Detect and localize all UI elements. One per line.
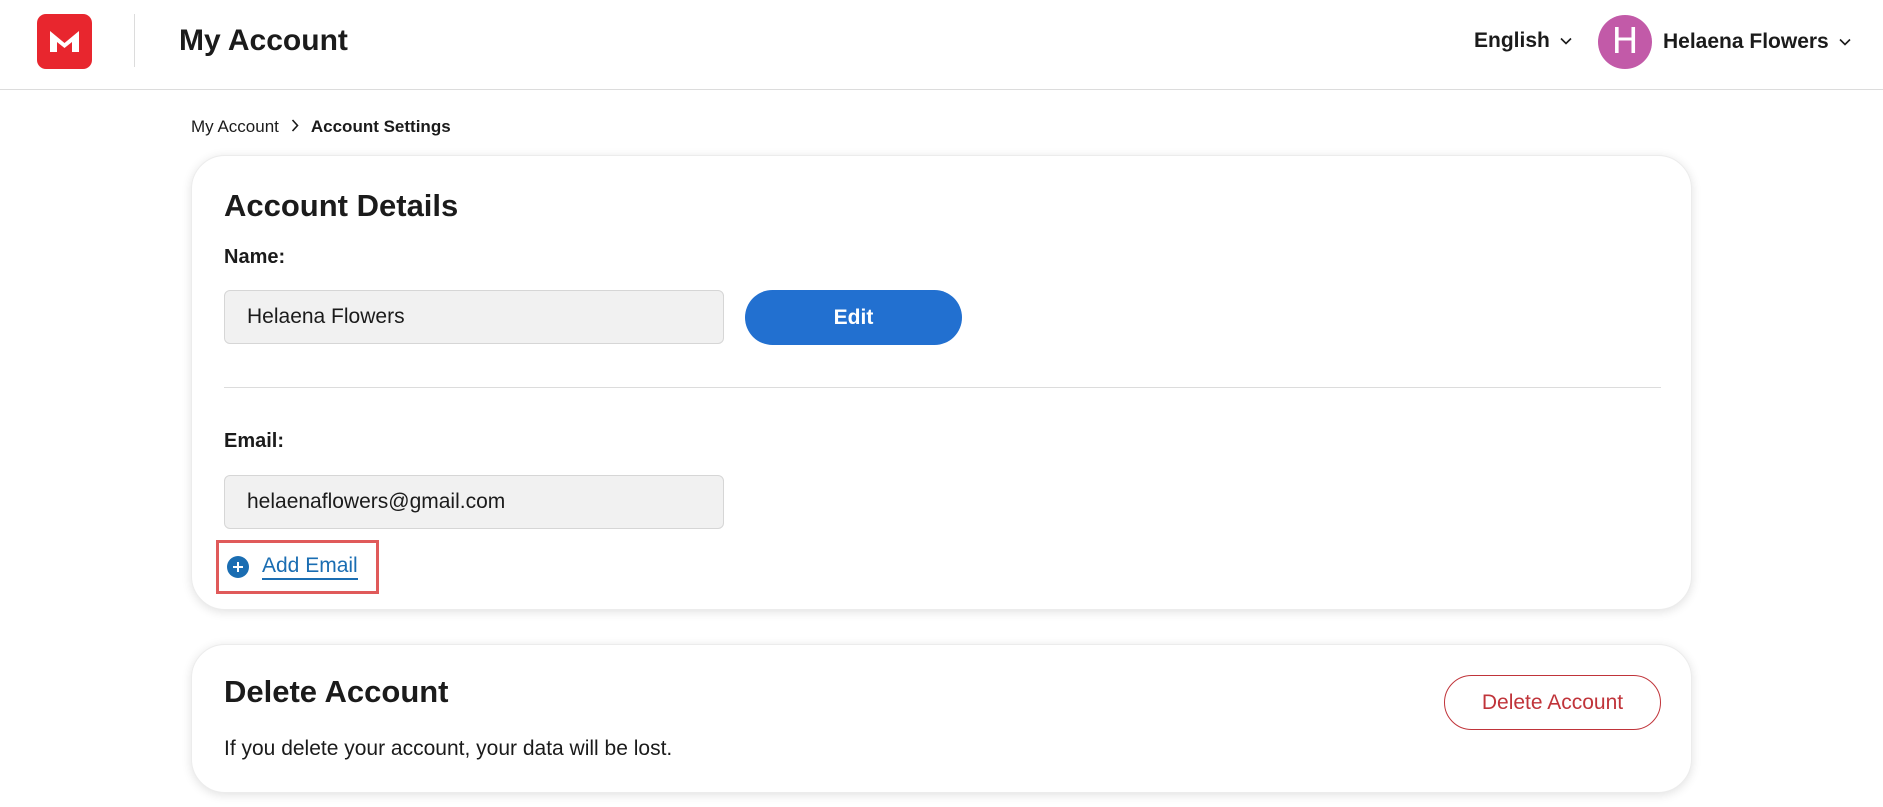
- add-email-label: Add Email: [262, 554, 358, 580]
- logo-mark: [50, 31, 79, 52]
- chevron-down-icon: [1560, 32, 1572, 50]
- avatar: H: [1598, 14, 1652, 69]
- delete-account-card: Delete Account If you delete your accoun…: [191, 644, 1692, 793]
- page-title: My Account: [179, 24, 348, 57]
- delete-account-button[interactable]: Delete Account: [1444, 675, 1661, 730]
- user-name: Helaena Flowers: [1663, 29, 1829, 53]
- header-divider: [134, 14, 135, 67]
- user-menu[interactable]: H Helaena Flowers: [1598, 14, 1851, 69]
- plus-circle-icon: [227, 556, 249, 578]
- add-email-button[interactable]: Add Email: [216, 540, 379, 594]
- name-field[interactable]: Helaena Flowers: [224, 290, 724, 344]
- delete-account-heading: Delete Account: [224, 674, 449, 709]
- email-label: Email:: [224, 430, 285, 452]
- top-header: My Account English H Helaena Flowers: [0, 0, 1883, 90]
- email-field[interactable]: helaenaflowers@gmail.com: [224, 475, 724, 529]
- account-details-card: Account Details Name: Helaena Flowers Ed…: [191, 155, 1692, 610]
- language-label: English: [1474, 29, 1550, 52]
- name-label: Name:: [224, 246, 286, 268]
- delete-account-description: If you delete your account, your data wi…: [224, 737, 673, 760]
- breadcrumb-current: Account Settings: [310, 117, 451, 136]
- chevron-down-icon: [1839, 33, 1851, 51]
- breadcrumb-my-account[interactable]: My Account: [191, 117, 279, 137]
- envelope-logo-icon[interactable]: [37, 14, 92, 69]
- language-selector[interactable]: English: [1474, 26, 1572, 56]
- account-details-heading: Account Details: [224, 188, 459, 223]
- edit-name-button[interactable]: Edit: [745, 290, 962, 345]
- chevron-right-icon: [291, 117, 299, 137]
- section-divider: [224, 387, 1661, 388]
- breadcrumb: My Account Account Settings: [191, 116, 451, 138]
